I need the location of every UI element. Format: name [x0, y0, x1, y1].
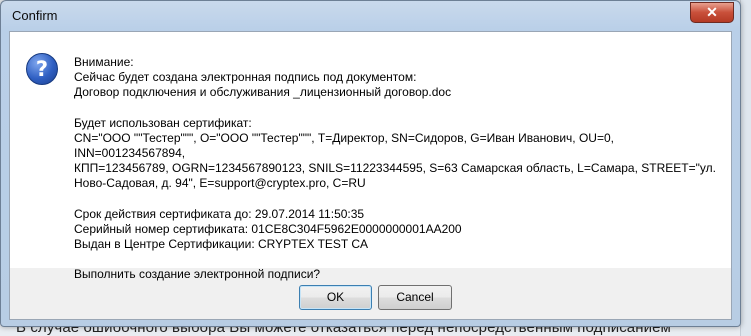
message-area: ? Внимание: Сейчас будет создана электро… [10, 32, 731, 281]
message-cert-line-1: CN="ООО ""Тестер""", O="ООО ""Тестер""",… [74, 130, 614, 161]
message-issued-by: Выдан в Центре Сертификации: CRYPTEX TES… [74, 237, 369, 252]
title-bar[interactable]: Confirm ✕ [1, 1, 740, 31]
ok-button[interactable]: OK [299, 285, 372, 310]
message-document-name: Договор подключения и обслуживания _лице… [74, 85, 452, 100]
message-text: Внимание: Сейчас будет создана электронн… [74, 55, 724, 282]
message-serial: Серийный номер сертификата: 01CE8C304F59… [74, 221, 462, 236]
confirm-dialog: Confirm ✕ ? Внимание: Сейчас будет созда… [0, 0, 741, 327]
message-question: Выполнить создание электронной подписи? [74, 267, 321, 282]
message-attention: Внимание: [74, 55, 134, 69]
cancel-button[interactable]: Cancel [378, 285, 452, 310]
message-cert-line-2: КПП=123456789, OGRN=1234567890123, SNILS… [74, 161, 716, 176]
message-cert-line-3: Ново-Садовая, д. 94", E=support@cryptex.… [74, 176, 366, 191]
message-valid-until: Срок действия сертификата до: 29.07.2014… [74, 206, 365, 221]
dialog-title: Confirm [12, 8, 58, 23]
message-will-create: Сейчас будет создана электронная подпись… [74, 70, 417, 85]
question-icon: ? [26, 53, 58, 85]
close-button[interactable]: ✕ [690, 2, 734, 23]
background-scrollbar [740, 0, 751, 336]
dialog-client-area: ? Внимание: Сейчас будет создана электро… [9, 31, 732, 320]
message-cert-used: Будет использован сертификат: [74, 115, 252, 130]
